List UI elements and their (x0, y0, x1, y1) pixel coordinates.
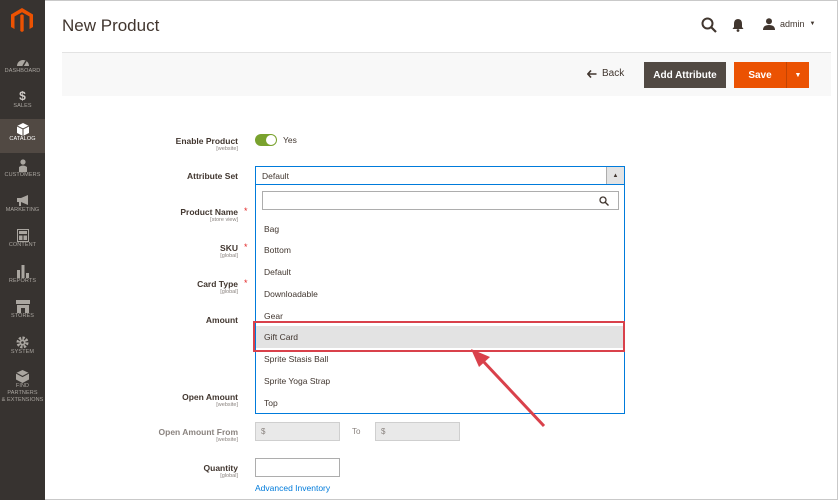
field-label: SKU (220, 243, 238, 253)
save-options-toggle[interactable]: ▼ (787, 62, 809, 88)
open-amount-from-label: Open Amount From [website] (159, 427, 238, 444)
magento-logo-icon[interactable] (8, 6, 36, 34)
attribute-set-dropdown: Bag Bottom Default Downloadable Gear Gif… (255, 185, 625, 414)
advanced-inventory-link[interactable]: Advanced Inventory (255, 483, 330, 493)
admin-sidebar: DASHBOARD $ SALES CATALOG CUSTOMERS MARK… (0, 0, 45, 500)
field-label: Open Amount (182, 392, 238, 402)
dropdown-option[interactable]: Top (256, 392, 624, 414)
field-label: Amount (205, 315, 238, 325)
scope-label: [website] (216, 402, 238, 408)
page-actions-bar: Back Add Attribute Save ▼ (62, 52, 831, 96)
user-menu[interactable]: admin ▼ (763, 18, 815, 30)
nav-stores[interactable]: STORES (0, 296, 45, 330)
field-label: Open Amount From (158, 427, 238, 437)
cube-icon (16, 123, 29, 136)
to-label: To (352, 427, 361, 436)
person-icon (18, 159, 27, 172)
nav-content[interactable]: CONTENT (0, 225, 45, 259)
megaphone-icon (16, 195, 28, 206)
back-button[interactable]: Back (587, 68, 624, 79)
enable-product-label: Enable Product [website] (176, 136, 238, 153)
required-asterisk: * (244, 278, 248, 288)
quantity-input[interactable] (255, 458, 340, 477)
field-label: Enable Product (175, 136, 238, 146)
field-label: Attribute Set (187, 171, 238, 181)
required-asterisk: * (244, 242, 248, 252)
nav-dashboard[interactable]: DASHBOARD (0, 51, 45, 85)
nav-catalog[interactable]: CATALOG (0, 119, 45, 153)
page-title: New Product (62, 16, 160, 35)
dropdown-search-input[interactable] (262, 191, 619, 210)
nav-reports[interactable]: REPORTS (0, 261, 45, 295)
open-amount-from-input[interactable]: $ (255, 422, 340, 441)
field-label: Product Name (180, 207, 238, 217)
layout-icon (16, 229, 29, 242)
nav-label: STORES (10, 313, 35, 319)
nav-label: DASHBOARD (4, 68, 41, 74)
user-icon (763, 18, 775, 30)
nav-label: REPORTS (8, 278, 37, 284)
dashboard-icon (16, 60, 29, 67)
dropdown-option[interactable]: Bottom (256, 239, 624, 261)
dropdown-option[interactable]: Bag (256, 218, 624, 240)
storefront-icon (15, 300, 30, 313)
open-amount-to-input[interactable]: $ (375, 422, 460, 441)
bell-icon[interactable] (732, 18, 744, 32)
back-label: Back (602, 68, 625, 79)
sku-label: SKU [global] (220, 243, 238, 260)
search-icon[interactable] (701, 17, 717, 33)
nav-find-partners[interactable]: FIND PARTNERS & EXTENSIONS (0, 366, 45, 406)
annotation-highlight-box (253, 321, 625, 352)
user-name: admin (780, 19, 805, 29)
dropdown-option[interactable]: Sprite Yoga Strap (256, 370, 624, 392)
open-amount-label: Open Amount [website] (182, 392, 238, 409)
gear-icon (16, 336, 29, 349)
nav-label: & EXTENSIONS (1, 397, 44, 403)
select-value: Default (262, 171, 289, 181)
scope-label: [global] (220, 253, 238, 259)
nav-label: MARKETING (5, 207, 40, 213)
chevron-down-icon: ▼ (794, 71, 802, 79)
dropdown-option[interactable]: Downloadable (256, 283, 624, 305)
scope-label: [global] (220, 289, 238, 295)
field-label: Quantity (203, 463, 238, 473)
dropdown-option[interactable]: Default (256, 261, 624, 283)
quantity-label: Quantity [global] (204, 463, 238, 480)
card-type-label: Card Type [global] (197, 279, 238, 296)
scope-label: [website] (216, 146, 238, 152)
scope-label: [global] (220, 473, 238, 479)
nav-system[interactable]: SYSTEM (0, 332, 45, 366)
nav-label: CUSTOMERS (4, 172, 41, 178)
nav-marketing[interactable]: MARKETING (0, 190, 45, 224)
bar-chart-icon (16, 265, 29, 278)
product-name-label: Product Name [store view] (180, 207, 238, 224)
nav-label: CATALOG (9, 136, 36, 142)
nav-customers[interactable]: CUSTOMERS (0, 155, 45, 189)
scope-label: [website] (216, 437, 238, 443)
scope-label: [store view] (210, 217, 238, 223)
attribute-set-label: Attribute Set (187, 171, 238, 181)
enable-product-toggle[interactable] (255, 134, 277, 146)
amount-label: Amount (206, 315, 238, 325)
nav-label: SALES (13, 103, 32, 109)
boxes-icon (16, 370, 29, 383)
search-icon (599, 196, 609, 206)
nav-label: CONTENT (8, 242, 37, 248)
chevron-up-icon[interactable]: ▲ (606, 167, 624, 184)
toggle-value: Yes (283, 135, 297, 145)
chevron-down-icon: ▼ (809, 21, 816, 27)
nav-label: SYSTEM (10, 349, 35, 355)
field-label: Card Type (197, 279, 238, 289)
dollar-icon: $ (19, 89, 26, 103)
save-button[interactable]: Save (734, 62, 787, 88)
attribute-set-select[interactable]: Default ▲ (255, 166, 625, 185)
required-asterisk: * (244, 206, 248, 216)
nav-sales[interactable]: $ SALES (0, 86, 45, 120)
nav-label: FIND PARTNERS (7, 383, 38, 396)
arrow-left-icon (587, 69, 597, 78)
add-attribute-button[interactable]: Add Attribute (644, 62, 726, 88)
